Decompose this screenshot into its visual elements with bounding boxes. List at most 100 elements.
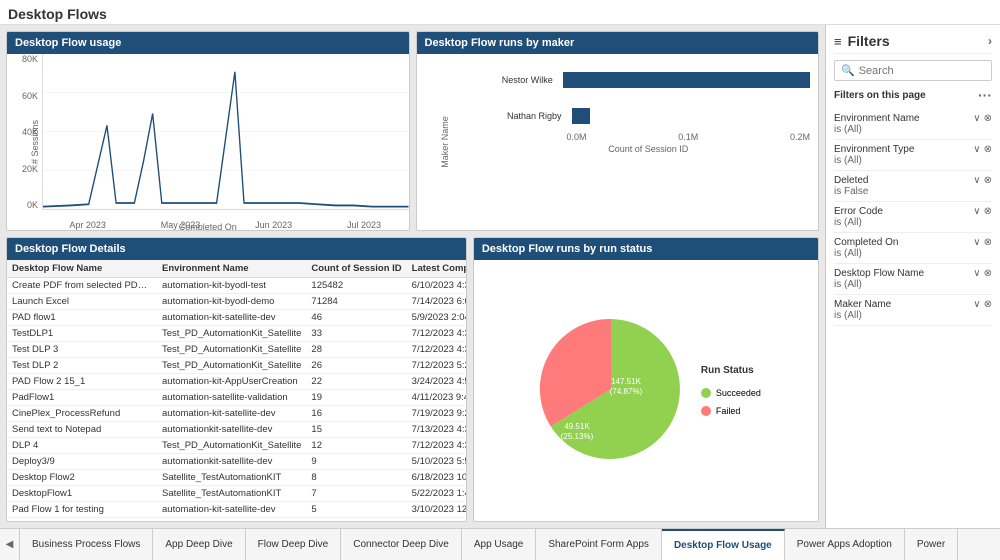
- filter-controls: ∨ ⊗: [973, 237, 992, 248]
- filter-chevron[interactable]: ∨: [973, 144, 980, 155]
- table-row: Desktop Flow2 Satellite_TestAutomationKI…: [7, 470, 466, 486]
- filter-chevron[interactable]: ∨: [973, 237, 980, 248]
- filter-item-header: Environment Name ∨ ⊗: [834, 113, 992, 124]
- maker-bar-nestor: [563, 72, 810, 88]
- filter-item-header: Completed On ∨ ⊗: [834, 237, 992, 248]
- cell-env: automation-kit-satellite-dev: [157, 406, 306, 422]
- succeeded-legend-label: Succeeded: [716, 388, 761, 398]
- filter-controls: ∨ ⊗: [973, 144, 992, 155]
- filters-title-text: Filters: [848, 33, 890, 49]
- filter-item: Environment Name ∨ ⊗ is (All): [834, 109, 992, 140]
- cell-count: 15: [306, 422, 406, 438]
- cell-flow-name: Pad Flow 1 for testing: [7, 502, 157, 518]
- filter-value: is (All): [834, 310, 992, 321]
- page-header: Desktop Flows: [0, 0, 1000, 25]
- filters-panel: ≡ Filters › 🔍 Filters on this page ··· E…: [825, 25, 1000, 528]
- cell-date: 7/12/2023 4:31:16 AM: [407, 438, 466, 454]
- filter-chevron[interactable]: ∨: [973, 175, 980, 186]
- maker-y-label: Maker Name: [439, 116, 449, 168]
- tab-connector-deep-dive[interactable]: Connector Deep Dive: [341, 529, 462, 560]
- cell-count: 22: [306, 374, 406, 390]
- filter-item: Completed On ∨ ⊗ is (All): [834, 233, 992, 264]
- cell-env: Satellite_TestAutomationKIT: [157, 486, 306, 502]
- usage-y-label: # Sessions: [30, 120, 40, 164]
- filter-value: is (All): [834, 124, 992, 135]
- maker-bar-row: Nestor Wilke: [487, 72, 811, 88]
- filters-collapse-btn[interactable]: ›: [988, 34, 992, 48]
- filter-chevron[interactable]: ∨: [973, 299, 980, 310]
- cell-env: Test_PD_AutomationKit_Satellite: [157, 326, 306, 342]
- cell-date: 4/11/2023 9:40:26 AM: [407, 390, 466, 406]
- filter-clear-icon[interactable]: ⊗: [984, 144, 992, 155]
- table-row: Send text to Notepad automationkit-satel…: [7, 422, 466, 438]
- tabs-container: Business Process FlowsApp Deep DiveFlow …: [20, 529, 1000, 560]
- cell-flow-name: Desktop Flow2: [7, 470, 157, 486]
- tab-app-deep-dive[interactable]: App Deep Dive: [153, 529, 245, 560]
- filter-item: Environment Type ∨ ⊗ is (All): [834, 140, 992, 171]
- filter-clear-icon[interactable]: ⊗: [984, 175, 992, 186]
- table-row: PAD flow1 automation-kit-satellite-dev 4…: [7, 310, 466, 326]
- col-date: Latest Completed On: [407, 260, 466, 278]
- filter-clear-icon[interactable]: ⊗: [984, 268, 992, 279]
- details-table-scroll[interactable]: Desktop Flow Name Environment Name Count…: [7, 260, 466, 521]
- succeeded-pct: (74.87%): [610, 387, 643, 396]
- pie-container: 147.51K (74.87%) 49.51K (25.13%) Run Sta…: [482, 268, 810, 513]
- cell-date: 3/24/2023 4:59:15 AM: [407, 374, 466, 390]
- filters-dots[interactable]: ···: [978, 87, 992, 103]
- cell-date: 7/12/2023 4:30:45 AM: [407, 326, 466, 342]
- filter-item: Desktop Flow Name ∨ ⊗ is (All): [834, 264, 992, 295]
- table-row: DesktopFlow1 Satellite_TestAutomationKIT…: [7, 486, 466, 502]
- tab-app-usage[interactable]: App Usage: [462, 529, 536, 560]
- details-card: Desktop Flow Details Desktop Flow Name E…: [6, 237, 467, 522]
- tab-power[interactable]: Power: [905, 529, 958, 560]
- cell-env: Test_PD_AutomationKit_Satellite: [157, 342, 306, 358]
- cell-flow-name: PAD Flow 2 15_1: [7, 374, 157, 390]
- filter-name: Maker Name: [834, 299, 891, 310]
- details-header: Desktop Flow Details: [7, 238, 466, 260]
- filter-item-header: Environment Type ∨ ⊗: [834, 144, 992, 155]
- tab-desktop-flow-usage[interactable]: Desktop Flow Usage: [662, 529, 785, 560]
- cell-flow-name: PadFlow1: [7, 390, 157, 406]
- filter-value: is (All): [834, 248, 992, 259]
- cell-count: 26: [306, 358, 406, 374]
- filter-value: is (All): [834, 279, 992, 290]
- cell-env: automation-satellite-validation: [157, 390, 306, 406]
- usage-chart-card: Desktop Flow usage 80K 60K 40K 20K 0K # …: [6, 31, 410, 231]
- filter-chevron[interactable]: ∨: [973, 113, 980, 124]
- tab-business-process-flows[interactable]: Business Process Flows: [20, 529, 153, 560]
- cell-date: 5/22/2023 1:45:56 PM: [407, 486, 466, 502]
- cell-env: Satellite_TestAutomationKIT: [157, 470, 306, 486]
- tab-nav-left[interactable]: ◀: [0, 529, 20, 560]
- filters-search-box[interactable]: 🔍: [834, 60, 992, 81]
- filter-chevron[interactable]: ∨: [973, 206, 980, 217]
- tab-flow-deep-dive[interactable]: Flow Deep Dive: [246, 529, 342, 560]
- filter-name: Environment Name: [834, 113, 920, 124]
- cell-flow-name: Deploy3/9: [7, 454, 157, 470]
- filter-clear-icon[interactable]: ⊗: [984, 206, 992, 217]
- maker-label: Nathan Rigby: [487, 111, 562, 121]
- search-input[interactable]: [859, 65, 985, 77]
- filter-clear-icon[interactable]: ⊗: [984, 113, 992, 124]
- filters-on-page-label: Filters on this page ···: [834, 87, 992, 103]
- filter-controls: ∨ ⊗: [973, 206, 992, 217]
- tab-sharepoint-form-apps[interactable]: SharePoint Form Apps: [536, 529, 662, 560]
- tab-power-apps-adoption[interactable]: Power Apps Adoption: [785, 529, 905, 560]
- cell-date: 7/12/2023 4:32:05 AM: [407, 342, 466, 358]
- filter-item-header: Maker Name ∨ ⊗: [834, 299, 992, 310]
- cell-date: 7/14/2023 6:09:13 PM: [407, 294, 466, 310]
- filter-chevron[interactable]: ∨: [973, 268, 980, 279]
- filter-controls: ∨ ⊗: [973, 299, 992, 310]
- cell-date: 6/18/2023 10:30:24 AM: [407, 470, 466, 486]
- filter-funnel-icon: ≡: [834, 34, 842, 49]
- cell-flow-name: Create PDF from selected PDF page(s) - C…: [7, 278, 157, 294]
- failed-label: 49.51K: [564, 422, 590, 431]
- cell-env: Test_PD_AutomationKit_Satellite: [157, 358, 306, 374]
- filter-clear-icon[interactable]: ⊗: [984, 237, 992, 248]
- succeeded-dot: [701, 388, 711, 398]
- cell-flow-name: Launch Excel: [7, 294, 157, 310]
- cell-flow-name: Test DLP 3: [7, 342, 157, 358]
- usage-chart-svg-area: [42, 54, 409, 210]
- cell-flow-name: DLP 4: [7, 438, 157, 454]
- cell-flow-name: CinePlex_ProcessRefund: [7, 406, 157, 422]
- filter-clear-icon[interactable]: ⊗: [984, 299, 992, 310]
